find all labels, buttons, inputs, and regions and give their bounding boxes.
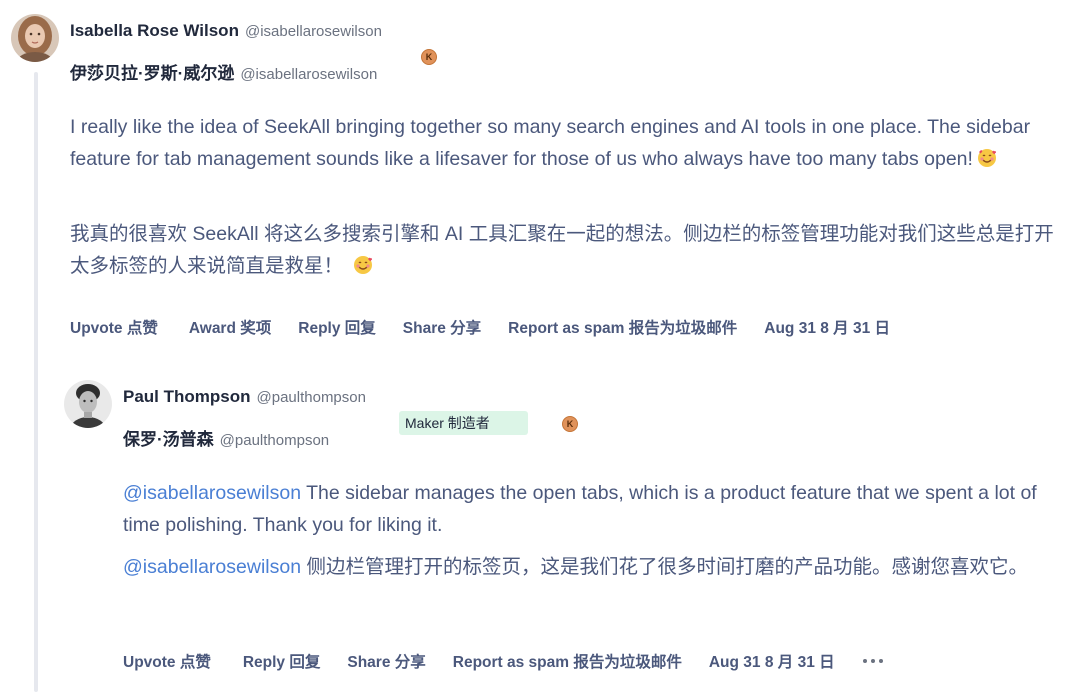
- comment-actions: Upvote 点赞 Reply 回复 Share 分享 Report as sp…: [123, 650, 883, 672]
- author-handle-cn[interactable]: @paulthompson: [220, 432, 329, 449]
- comment-isabella: Isabella Rose Wilson @isabellarosewilson …: [0, 0, 1080, 360]
- report-spam-button[interactable]: Report as spam 报告为垃圾邮件: [453, 650, 682, 672]
- author-handle[interactable]: @paulthompson: [257, 389, 366, 406]
- author-name[interactable]: Isabella Rose Wilson: [70, 21, 239, 40]
- maker-badge: Maker 制造者: [399, 411, 528, 435]
- author-name[interactable]: Paul Thompson: [123, 387, 251, 406]
- report-spam-button[interactable]: Report as spam 报告为垃圾邮件: [508, 316, 737, 338]
- share-button[interactable]: Share 分享: [403, 316, 481, 338]
- award-button[interactable]: Award 奖项: [189, 316, 271, 338]
- author-line-cn: 伊莎贝拉·罗斯·威尔逊 @isabellarosewilson: [70, 63, 377, 86]
- comment-date-link[interactable]: Aug 31 8 月 31 日: [764, 316, 890, 338]
- karma-badge-icon: K: [562, 416, 578, 432]
- comment-text-cn: 侧边栏管理打开的标签页，这是我们花了很多时间打磨的产品功能。感谢您喜欢它。: [301, 556, 1028, 578]
- comment-paul: Paul Thompson @paulthompson Maker 制造者 K 保…: [0, 360, 1080, 692]
- comment-text-en: I really like the idea of SeekAll bringi…: [70, 116, 1031, 170]
- upvote-button[interactable]: Upvote 点赞: [123, 650, 211, 672]
- avatar-isabella[interactable]: [11, 14, 59, 62]
- mention-link[interactable]: @isabellarosewilson: [123, 482, 301, 504]
- comment-text-cn: 我真的很喜欢 SeekAll 将这么多搜索引擎和 AI 工具汇聚在一起的想法。侧…: [70, 223, 1054, 277]
- avatar-isabella-image: [11, 14, 59, 62]
- avatar-paul[interactable]: [64, 380, 112, 428]
- more-options-icon[interactable]: [862, 659, 883, 663]
- avatar-paul-image: [64, 380, 112, 428]
- karma-badge-icon: K: [421, 49, 437, 65]
- upvote-button[interactable]: Upvote 点赞: [70, 316, 158, 338]
- smiling-face-with-hearts-icon: [977, 149, 996, 167]
- author-handle[interactable]: @isabellarosewilson: [245, 23, 382, 40]
- smiling-face-with-hearts-icon: [354, 256, 373, 274]
- comment-body-en: @isabellarosewilson The sidebar manages …: [123, 477, 1073, 541]
- comment-body-cn: @isabellarosewilson 侧边栏管理打开的标签页，这是我们花了很多…: [123, 551, 1073, 583]
- author-name-cn[interactable]: 保罗·汤普森: [123, 430, 214, 449]
- comment-actions: Upvote 点赞 Award 奖项 Reply 回复 Share 分享 Rep…: [70, 316, 890, 338]
- share-button[interactable]: Share 分享: [347, 650, 425, 672]
- author-line-en: Paul Thompson @paulthompson: [123, 386, 366, 409]
- reply-button[interactable]: Reply 回复: [243, 650, 321, 672]
- comment-body-en: I really like the idea of SeekAll bringi…: [70, 111, 1070, 175]
- comment-date-link[interactable]: Aug 31 8 月 31 日: [709, 650, 835, 672]
- author-line-en: Isabella Rose Wilson @isabellarosewilson: [70, 20, 382, 43]
- mention-link-cn[interactable]: @isabellarosewilson: [123, 556, 301, 578]
- author-handle-cn[interactable]: @isabellarosewilson: [240, 66, 377, 83]
- author-line-cn: 保罗·汤普森 @paulthompson: [123, 429, 329, 452]
- reply-button[interactable]: Reply 回复: [298, 316, 376, 338]
- author-name-cn[interactable]: 伊莎贝拉·罗斯·威尔逊: [70, 64, 234, 83]
- comment-body-cn: 我真的很喜欢 SeekAll 将这么多搜索引擎和 AI 工具汇聚在一起的想法。侧…: [70, 218, 1070, 282]
